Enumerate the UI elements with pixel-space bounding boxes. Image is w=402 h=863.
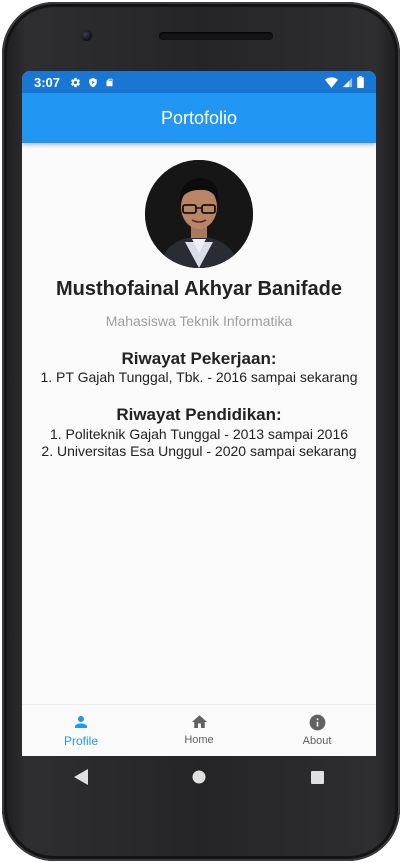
home-icon — [191, 715, 207, 728]
nav-label-about: About — [302, 735, 332, 747]
play-protect-icon — [89, 77, 97, 87]
settings-gear-icon — [71, 77, 80, 87]
work-history-title: Riwayat Pekerjaan: — [121, 349, 277, 368]
profile-avatar — [145, 160, 253, 268]
nav-item-profile[interactable]: Profile — [22, 705, 140, 756]
bottom-navigation: Profile Home About — [22, 704, 376, 756]
battery-icon — [357, 76, 364, 88]
app-bar: Portofolio — [22, 93, 376, 143]
nav-item-about[interactable]: About — [258, 705, 376, 756]
education-history-title: Riwayat Pendidikan: — [116, 405, 282, 424]
work-history-item: 1. PT Gajah Tunggal, Tbk. - 2016 sampai … — [40, 369, 358, 385]
app-screen: 3:07 Portofolio Musthofainal Akhyar Bani… — [22, 71, 376, 756]
front-camera — [81, 30, 92, 41]
person-icon — [75, 716, 87, 728]
education-history-item: 1. Politeknik Gajah Tunggal - 2013 sampa… — [49, 426, 349, 442]
home-circle-icon[interactable] — [192, 770, 206, 784]
status-bar: 3:07 — [22, 71, 376, 93]
recents-square-icon[interactable] — [310, 770, 324, 784]
education-history-item: 2. Universitas Esa Unggul - 2020 sampai … — [41, 443, 357, 459]
sd-card-icon — [106, 78, 113, 86]
nav-label-home: Home — [184, 734, 214, 746]
wifi-icon — [325, 76, 338, 88]
status-time: 3:07 — [34, 74, 61, 90]
nav-label-profile: Profile — [63, 734, 98, 748]
back-icon[interactable] — [74, 769, 89, 785]
nav-item-home[interactable]: Home — [140, 705, 258, 756]
info-icon — [309, 714, 325, 731]
app-bar-title: Portofolio — [160, 107, 238, 128]
profile-subtitle: Mahasiswa Teknik Informatika — [105, 313, 293, 329]
profile-name: Musthofainal Akhyar Banifade — [56, 278, 342, 300]
system-navigation-bar — [22, 756, 376, 798]
cell-signal-icon — [342, 77, 353, 87]
earpiece-speaker — [159, 32, 273, 40]
